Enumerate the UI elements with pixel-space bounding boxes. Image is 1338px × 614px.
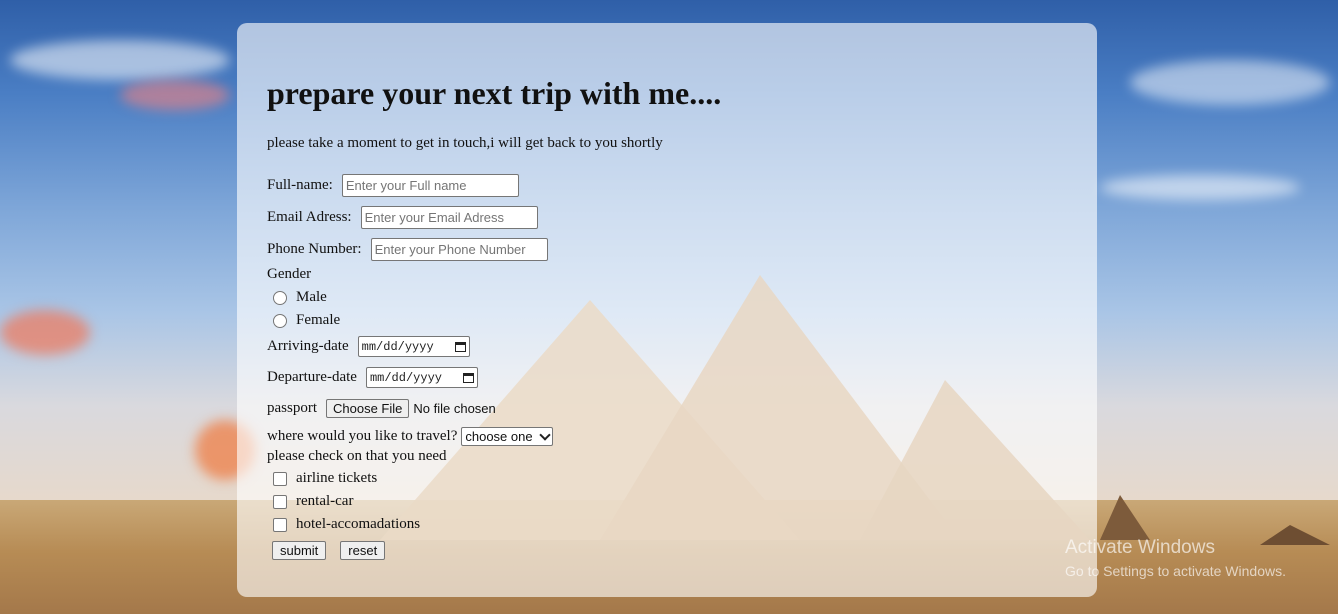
passport-label: passport <box>267 400 317 416</box>
departure-date-value: mm/dd/yyyy <box>369 370 442 385</box>
phone-label: Phone Number: <box>267 241 362 257</box>
female-label: Female <box>296 312 341 328</box>
page-title: prepare your next trip with me.... <box>267 75 722 111</box>
fullname-row: Full-name: <box>267 174 519 197</box>
file-status: No file chosen <box>413 401 496 416</box>
intro-text: please take a moment to get in touch,i w… <box>267 135 663 151</box>
hotel-label: hotel-accomadations <box>296 516 421 532</box>
male-label: Male <box>296 289 327 305</box>
gender-option-female[interactable]: Female <box>267 312 340 329</box>
email-label: Email Adress: <box>267 209 352 225</box>
departure-row: Departure-date mm/dd/yyyy <box>267 367 478 388</box>
choose-file-button[interactable]: Choose File <box>326 399 410 418</box>
form-buttons: submit reset <box>272 541 386 560</box>
rental-car-checkbox[interactable] <box>273 494 287 509</box>
activate-windows-subtitle: Go to Settings to activate Windows. <box>1065 563 1286 579</box>
passport-row: passport Choose File No file chosen <box>267 399 496 418</box>
airline-label: airline tickets <box>296 470 378 486</box>
travel-row: where would you like to travel? choose o… <box>267 427 554 446</box>
departure-label: Departure-date <box>267 369 357 385</box>
gender-label: Gender <box>267 266 312 282</box>
travel-label: where would you like to travel? <box>267 428 458 444</box>
submit-button[interactable]: submit <box>272 541 327 560</box>
needs-label: please check on that you need <box>267 448 447 464</box>
email-row: Email Adress: <box>267 206 538 229</box>
phone-row: Phone Number: <box>267 238 548 261</box>
airline-checkbox[interactable] <box>273 471 287 486</box>
rental-car-label: rental-car <box>296 493 354 509</box>
arriving-date-input[interactable]: mm/dd/yyyy <box>357 336 470 357</box>
female-radio[interactable] <box>273 313 287 328</box>
gender-option-male[interactable]: Male <box>267 289 327 306</box>
arriving-row: Arriving-date mm/dd/yyyy <box>267 336 470 357</box>
calendar-icon[interactable] <box>462 372 474 383</box>
email-input[interactable] <box>360 206 538 229</box>
male-radio[interactable] <box>273 290 287 305</box>
reset-button[interactable]: reset <box>340 541 386 560</box>
chevron-down-icon <box>539 428 552 441</box>
arriving-date-value: mm/dd/yyyy <box>361 339 434 354</box>
need-option-airline[interactable]: airline tickets <box>267 470 377 487</box>
destination-selected: choose one <box>465 429 533 444</box>
destination-select[interactable]: choose one <box>461 427 554 446</box>
contact-form-card: prepare your next trip with me.... pleas… <box>237 23 1097 597</box>
hotel-checkbox[interactable] <box>273 517 287 532</box>
fullname-label: Full-name: <box>267 177 333 193</box>
calendar-icon[interactable] <box>454 341 466 352</box>
fullname-input[interactable] <box>341 174 519 197</box>
need-option-car[interactable]: rental-car <box>267 493 353 510</box>
departure-date-input[interactable]: mm/dd/yyyy <box>365 367 478 388</box>
phone-input[interactable] <box>370 238 548 261</box>
need-option-hotel[interactable]: hotel-accomadations <box>267 516 420 533</box>
arriving-label: Arriving-date <box>267 338 349 354</box>
